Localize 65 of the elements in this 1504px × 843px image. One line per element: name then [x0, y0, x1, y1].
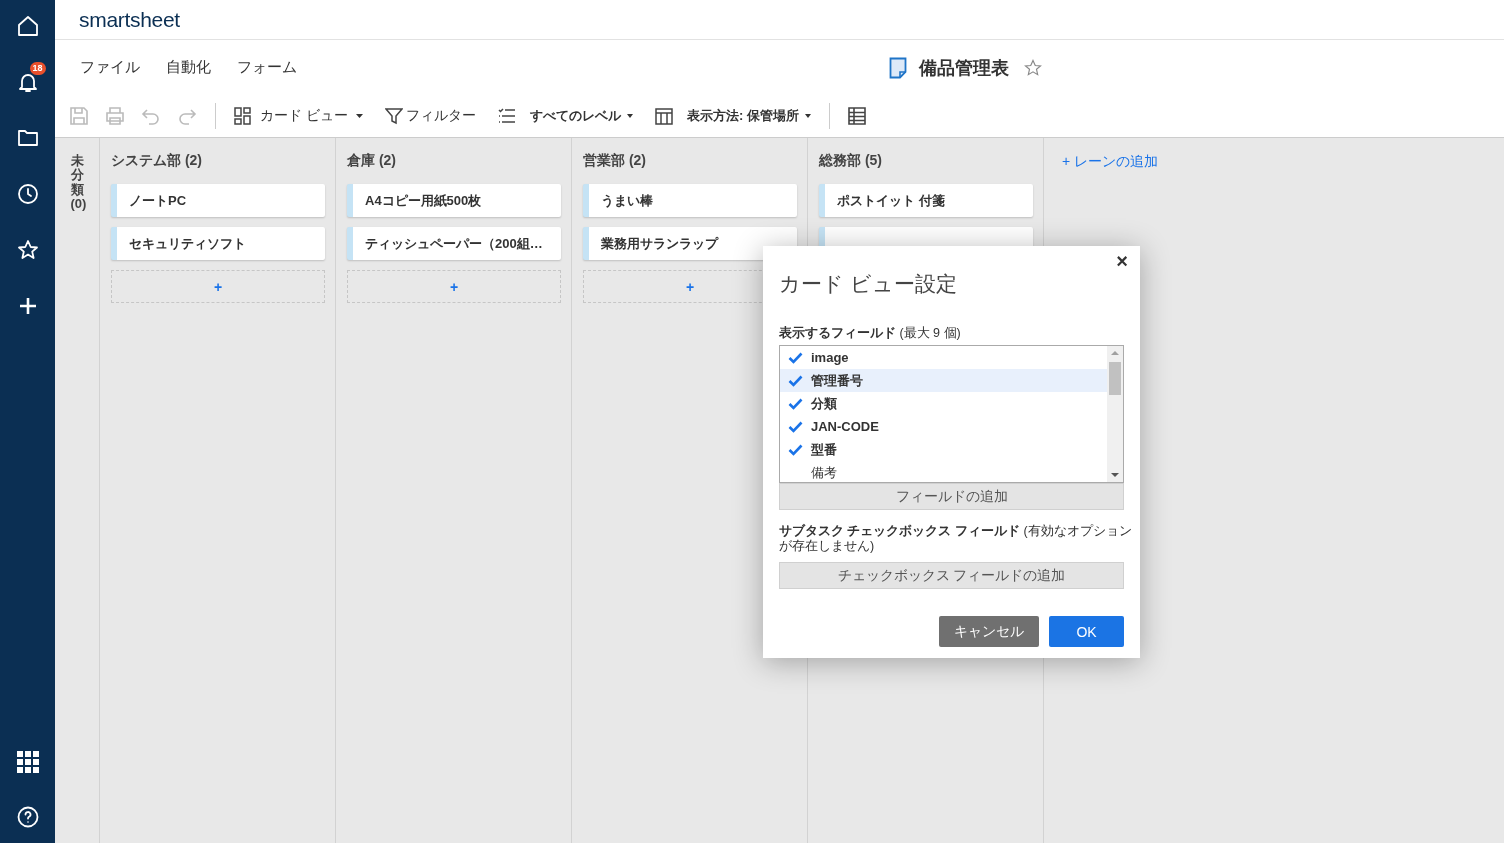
favorite-star-icon[interactable]: [1023, 58, 1043, 78]
add-checkbox-field-button[interactable]: チェックボックス フィールドの追加: [779, 562, 1124, 589]
card[interactable]: A4コピー用紙500枚: [347, 184, 561, 217]
grid-view-icon[interactable]: [847, 107, 866, 125]
card-view-button[interactable]: カード ビュー: [234, 107, 363, 125]
card-layout-icon: [234, 107, 252, 125]
add-lane-link[interactable]: + レーンの追加: [1062, 153, 1159, 171]
cancel-button[interactable]: キャンセル: [939, 616, 1039, 647]
field-list-item[interactable]: 管理番号: [780, 369, 1107, 392]
checkmark-icon[interactable]: [788, 374, 803, 387]
add-card-button[interactable]: +: [347, 270, 561, 303]
lane-title: 営業部 (2): [583, 152, 647, 170]
caret-icon: [626, 114, 633, 118]
sheet-title: 備品管理表: [919, 57, 1009, 80]
field-list-item[interactable]: 型番: [780, 438, 1107, 461]
card[interactable]: ティッシュペーパー（200組…: [347, 227, 561, 260]
star-icon[interactable]: [15, 238, 40, 262]
caret-icon: [355, 114, 363, 118]
sheet-icon: [889, 57, 907, 79]
caret-icon: [804, 114, 811, 118]
clock-icon[interactable]: [15, 182, 40, 206]
field-list-item[interactable]: 備考: [780, 461, 1107, 482]
checkmark-icon[interactable]: [788, 351, 803, 364]
checkmark-icon[interactable]: [788, 443, 803, 456]
home-icon[interactable]: [15, 14, 40, 38]
apps-grid-icon[interactable]: [16, 751, 39, 773]
levels-dropdown[interactable]: すべてのレベル: [497, 107, 633, 125]
group-by-dropdown[interactable]: 表示方法: 保管場所: [654, 107, 811, 125]
field-name: 型番: [811, 440, 837, 459]
field-name: JAN-CODE: [811, 419, 879, 434]
card[interactable]: ノートPC: [111, 184, 325, 217]
lane-title: 倉庫 (2): [347, 152, 397, 170]
field-name: image: [811, 350, 849, 365]
subtask-label: サブタスク チェックボックス フィールド (有効なオプションが存在しません): [779, 524, 1133, 554]
field-name: 備考: [811, 463, 837, 482]
field-list-item[interactable]: JAN-CODE: [780, 415, 1107, 438]
field-name: 管理番号: [811, 371, 863, 390]
card[interactable]: 業務用サランラップ: [583, 227, 797, 260]
add-field-button[interactable]: フィールドの追加: [779, 483, 1124, 510]
add-card-button[interactable]: +: [111, 270, 325, 303]
close-button[interactable]: ×: [1114, 250, 1130, 273]
checkmark-icon[interactable]: [788, 397, 803, 410]
lane-title: 総務部 (5): [819, 152, 883, 170]
notification-badge: 18: [29, 62, 46, 75]
list-icon: [497, 107, 516, 125]
field-name: 分類: [811, 394, 837, 413]
smartsheet-logo[interactable]: smartsheet: [79, 7, 180, 32]
ok-button[interactable]: OK: [1049, 616, 1124, 647]
filter-icon: [384, 107, 403, 125]
fields-label: 表示するフィールド (最大 9 個): [779, 326, 962, 341]
columns-icon: [654, 107, 673, 125]
field-list-item[interactable]: 分類: [780, 392, 1107, 415]
card[interactable]: うまい棒: [583, 184, 797, 217]
menu-item[interactable]: フォーム: [237, 58, 297, 77]
menu-item[interactable]: 自動化: [166, 58, 211, 77]
scrollbar[interactable]: [1107, 346, 1123, 482]
field-list-item[interactable]: image: [780, 346, 1107, 369]
menu-item[interactable]: ファイル: [80, 58, 140, 77]
filter-button[interactable]: フィルター: [384, 107, 476, 125]
uncategorized-lane-title: 未分類 (0): [70, 154, 84, 213]
card[interactable]: ポストイット 付箋: [819, 184, 1033, 217]
help-icon[interactable]: [15, 805, 40, 829]
lane-title: システム部 (2): [111, 152, 203, 170]
card[interactable]: セキュリティソフト: [111, 227, 325, 260]
checkmark-icon[interactable]: [788, 420, 803, 433]
